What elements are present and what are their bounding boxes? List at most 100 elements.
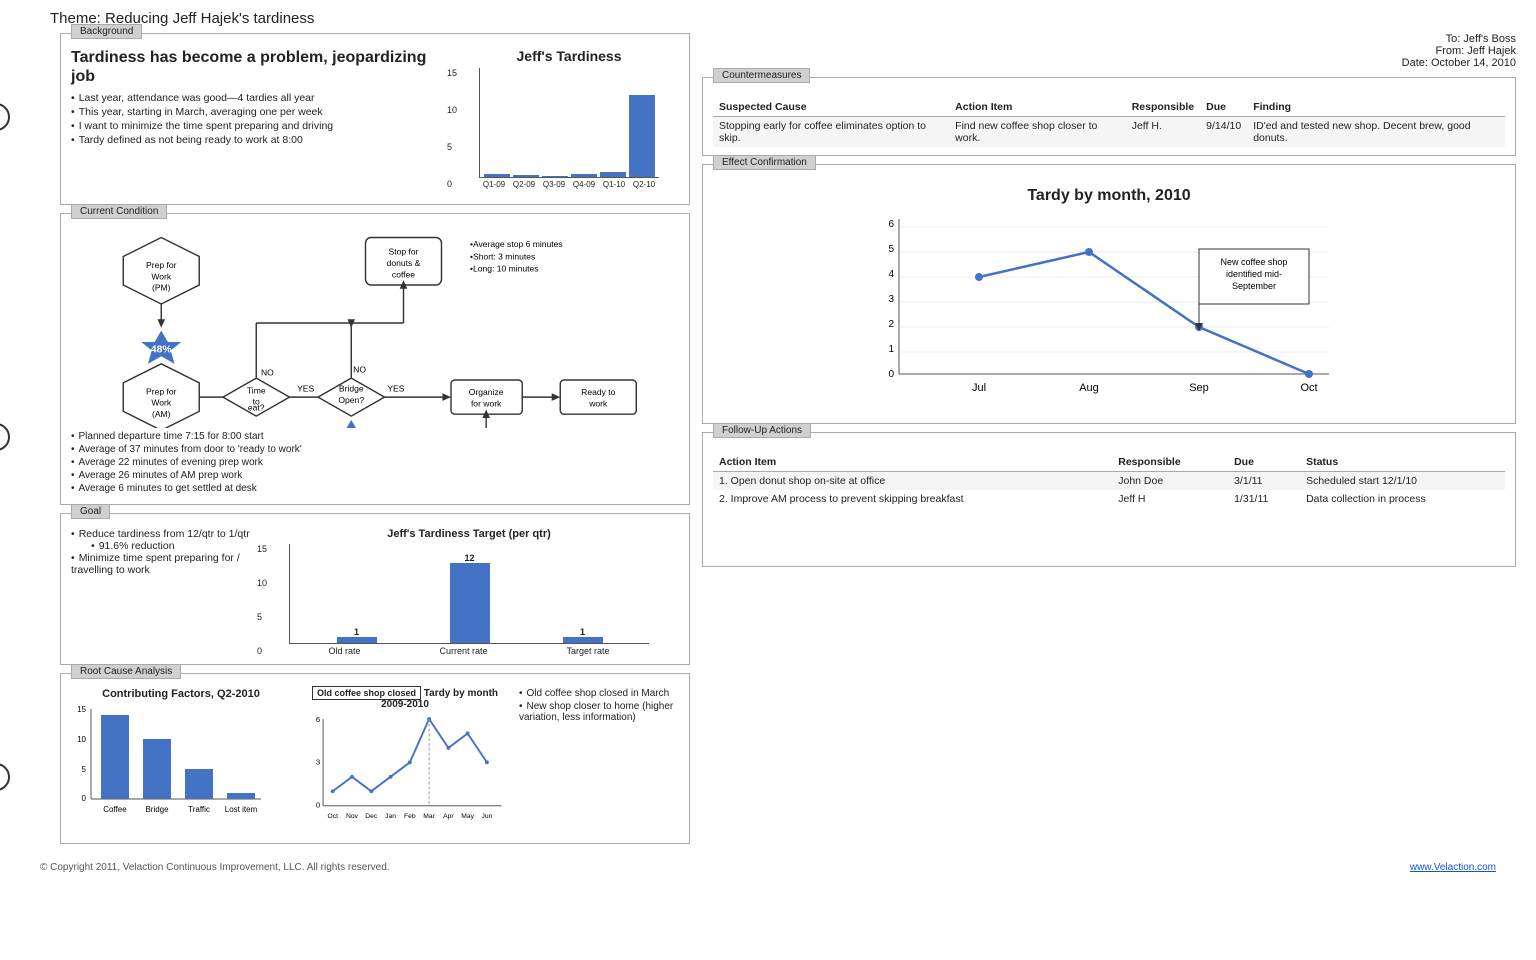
rca-bar-chart: Contributing Factors, Q2-2010 15 10 5 0 [71,688,291,835]
svg-text:work: work [588,399,608,409]
footer-copyright: © Copyright 2011, Velaction Continuous I… [40,862,390,873]
fu-responsible-1: Jeff H [1112,490,1228,508]
fu-col-action: Action Item [713,453,1112,472]
svg-text:1: 1 [888,344,894,355]
cm-col-cause: Suspected Cause [713,98,949,117]
rca-label: Root Cause Analysis [71,664,181,679]
svg-text:2: 2 [888,319,894,330]
condition-note-0: Planned departure time 7:15 for 8:00 sta… [71,431,679,442]
svg-text:•Short: 3 minutes: •Short: 3 minutes [470,251,535,261]
countermeasures-label: Countermeasures [713,68,810,83]
condition-notes: Planned departure time 7:15 for 8:00 sta… [71,431,679,494]
svg-text:3: 3 [316,757,320,766]
bar-q109 [484,174,510,177]
goal-bar-current: 12 [450,553,490,643]
condition-note-2: Average 22 minutes of evening prep work [71,457,679,468]
fu-status-1: Data collection in process [1300,490,1505,508]
svg-text:YES: YES [297,383,314,393]
countermeasures-table: Suspected Cause Action Item Responsible … [713,98,1505,147]
svg-text:Jan: Jan [385,813,396,820]
goal-chart-title: Jeff's Tardiness Target (per qtr) [259,528,679,540]
goal-bar-old: 1 [337,627,377,643]
cm-action-0: Find new coffee shop closer to work. [949,117,1126,148]
svg-text:September: September [1232,281,1276,291]
cm-col-responsible: Responsible [1126,98,1200,117]
bar-q409 [571,174,597,177]
svg-text:•Average stop 6 minutes: •Average stop 6 minutes [470,239,563,249]
svg-text:Traffic: Traffic [188,805,210,814]
svg-text:NO: NO [261,367,274,377]
svg-text:3: 3 [888,294,894,305]
cm-responsible-0: Jeff H. [1126,117,1200,148]
svg-text:Feb: Feb [404,813,416,820]
svg-text:Open?: Open? [338,395,364,405]
goal-chart: Jeff's Tardiness Target (per qtr) 151050… [259,528,679,656]
svg-text:coffee: coffee [392,269,415,279]
circle-indicator-3 [0,763,10,791]
bar-q209 [513,175,539,177]
cm-col-action: Action Item [949,98,1126,117]
goal-label: Goal [71,504,110,519]
cm-finding-0: ID'ed and tested new shop. Decent brew, … [1247,117,1505,148]
fu-col-responsible: Responsible [1112,453,1228,472]
rca-line-svg: 6 3 0 [299,712,511,832]
svg-text:(AM): (AM) [152,409,171,419]
svg-text:Oct: Oct [327,813,338,820]
svg-text:eat?: eat? [248,402,265,412]
svg-text:0: 0 [82,794,87,803]
svg-text:Prep for: Prep for [146,386,177,396]
svg-text:10: 10 [77,735,86,744]
effect-confirmation-section: Effect Confirmation Tardy by month, 2010… [702,164,1516,424]
cm-cause-0: Stopping early for coffee eliminates opt… [713,117,949,148]
svg-text:0: 0 [888,369,894,380]
fu-col-due: Due [1228,453,1300,472]
rca-notes: Old coffee shop closed in March New shop… [519,688,679,835]
svg-text:Oct: Oct [1300,382,1317,394]
effect-chart-title: Tardy by month, 2010 [713,187,1505,205]
goal-y-labels: 151050 [257,544,267,656]
svg-text:Bridge: Bridge [145,805,169,814]
svg-text:5: 5 [82,765,87,774]
svg-text:Sep: Sep [1189,382,1209,394]
svg-text:NO: NO [353,364,366,374]
svg-text:(PM): (PM) [152,283,171,293]
background-label: Background [71,24,142,39]
svg-text:for work: for work [471,399,502,409]
svg-text:Nov: Nov [346,813,359,820]
svg-text:Dec: Dec [365,813,378,820]
svg-text:New coffee shop: New coffee shop [1221,257,1288,267]
goal-bullet-2: Minimize time spent preparing for / trav… [71,552,251,576]
effect-svg: 0 1 2 3 4 5 6 [743,209,1475,409]
current-condition-section: Current Condition Prep for Work (PM) [60,213,690,505]
followup-table: Action Item Responsible Due Status 1. Op… [713,453,1505,508]
header-from: From: Jeff Hajek [702,45,1516,57]
fu-action-1: 2. Improve AM process to prevent skippin… [713,490,1112,508]
effect-line-chart: 0 1 2 3 4 5 6 [743,209,1475,412]
fu-row-0: 1. Open donut shop on-site at office Joh… [713,472,1505,491]
footer-link[interactable]: www.Velaction.com [1410,862,1496,873]
followup-section: Follow-Up Actions Action Item Responsibl… [702,432,1516,567]
current-condition-label: Current Condition [71,204,167,219]
svg-text:YES: YES [387,383,404,393]
svg-text:identified mid-: identified mid- [1226,269,1282,279]
header-to: To: Jeff's Boss [702,33,1516,45]
header-right: To: Jeff's Boss From: Jeff Hajek Date: O… [702,33,1516,69]
old-shop-annotation: Old coffee shop closed [312,686,421,700]
cm-row-0: Stopping early for coffee eliminates opt… [713,117,1505,148]
rca-bar-svg: 15 10 5 0 [71,704,271,824]
svg-text:Ready to: Ready to [581,387,615,397]
condition-note-3: Average 26 minutes of AM prep work [71,470,679,481]
background-bullet-2: I want to minimize the time spent prepar… [71,120,451,132]
svg-text:May: May [461,813,474,820]
rca-bar-title: Contributing Factors, Q2-2010 [71,688,291,700]
goal-text: Reduce tardiness from 12/qtr to 1/qtr 91… [71,528,251,656]
background-text: Tardiness has become a problem, jeopardi… [71,48,451,196]
svg-text:Organize: Organize [469,387,504,397]
rca-line-chart: Old coffee shop closed Tardy by month 20… [299,688,511,835]
svg-text:Time: Time [247,385,266,395]
effect-label: Effect Confirmation [713,155,816,170]
header-date: Date: October 14, 2010 [702,57,1516,69]
svg-text:Work: Work [151,271,172,281]
svg-text:4: 4 [888,269,894,280]
fu-status-0: Scheduled start 12/1/10 [1300,472,1505,491]
